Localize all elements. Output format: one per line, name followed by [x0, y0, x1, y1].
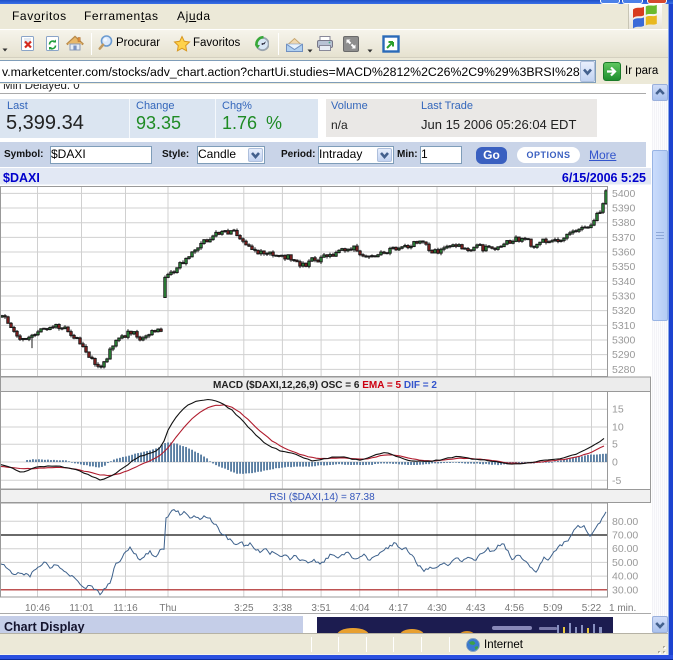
svg-text:4:43: 4:43 [466, 603, 486, 614]
svg-text:5380: 5380 [612, 217, 636, 229]
svg-text:3:51: 3:51 [311, 603, 331, 614]
svg-text:5300: 5300 [612, 335, 636, 347]
svg-text:5340: 5340 [612, 276, 636, 288]
svg-text:5370: 5370 [612, 232, 636, 244]
svg-text:10:46: 10:46 [25, 603, 50, 614]
svg-text:-5: -5 [612, 475, 621, 487]
svg-text:RSI ($DAXI,14) = 87.38: RSI ($DAXI,14) = 87.38 [269, 492, 375, 503]
svg-text:4:30: 4:30 [427, 603, 447, 614]
svg-text:50.00: 50.00 [612, 557, 638, 569]
svg-text:10: 10 [612, 422, 624, 434]
svg-text:5330: 5330 [612, 291, 636, 303]
svg-text:Thu: Thu [159, 603, 176, 614]
svg-text:5400: 5400 [612, 188, 636, 200]
svg-text:MACD ($DAXI,12,26,9) OSC = 6 E: MACD ($DAXI,12,26,9) OSC = 6 EMA = 5 DIF… [213, 380, 437, 391]
svg-text:70.00: 70.00 [612, 530, 638, 542]
svg-text:5350: 5350 [612, 261, 636, 273]
svg-text:0: 0 [612, 457, 618, 469]
svg-text:3:38: 3:38 [273, 603, 293, 614]
svg-text:60.00: 60.00 [612, 543, 638, 555]
svg-text:5:22: 5:22 [582, 603, 602, 614]
svg-text:$DAXI: $DAXI [3, 171, 40, 185]
svg-text:80.00: 80.00 [612, 516, 638, 528]
svg-text:5390: 5390 [612, 203, 636, 215]
svg-text:5:09: 5:09 [543, 603, 563, 614]
svg-text:6/15/2006 5:25: 6/15/2006 5:25 [562, 171, 646, 185]
svg-text:4:56: 4:56 [505, 603, 525, 614]
svg-text:4:04: 4:04 [350, 603, 370, 614]
svg-text:5: 5 [612, 439, 618, 451]
svg-text:30.00: 30.00 [612, 584, 638, 596]
svg-text:15: 15 [612, 404, 624, 416]
svg-text:1 min.: 1 min. [609, 603, 636, 614]
svg-text:40.00: 40.00 [612, 571, 638, 583]
svg-text:5290: 5290 [612, 349, 636, 361]
svg-text:5310: 5310 [612, 320, 636, 332]
svg-text:5320: 5320 [612, 305, 636, 317]
svg-text:4:17: 4:17 [389, 603, 409, 614]
svg-text:11:01: 11:01 [69, 603, 94, 614]
svg-text:5360: 5360 [612, 247, 636, 259]
svg-text:11:16: 11:16 [113, 603, 138, 614]
svg-text:3:25: 3:25 [234, 603, 254, 614]
svg-text:5280: 5280 [612, 364, 636, 376]
